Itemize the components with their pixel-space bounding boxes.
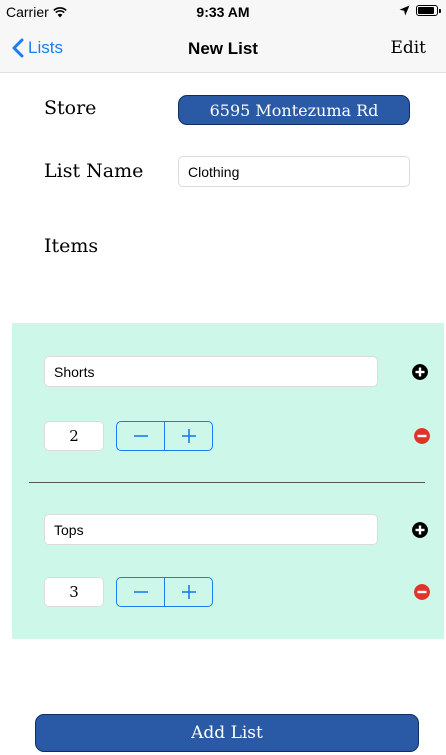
increment-button[interactable] bbox=[164, 578, 212, 606]
add-item-icon[interactable] bbox=[412, 364, 428, 380]
quantity-stepper bbox=[116, 577, 213, 607]
quantity-stepper bbox=[116, 421, 213, 451]
increment-button[interactable] bbox=[164, 422, 212, 450]
page-title: New List bbox=[188, 39, 258, 58]
item-name-field[interactable]: Tops bbox=[44, 514, 378, 545]
minus-icon bbox=[133, 591, 148, 593]
items-label: Items bbox=[44, 235, 99, 257]
store-select-button[interactable]: 6595 Montezuma Rd bbox=[178, 95, 410, 125]
item-quantity-field[interactable]: 3 bbox=[44, 577, 104, 607]
status-time: 9:33 AM bbox=[196, 4, 250, 20]
decrement-button[interactable] bbox=[117, 422, 164, 450]
edit-button[interactable]: Edit bbox=[390, 38, 426, 58]
list-name-label: List Name bbox=[44, 160, 144, 182]
remove-item-icon[interactable] bbox=[414, 584, 430, 600]
item-divider bbox=[29, 482, 425, 483]
status-right bbox=[399, 5, 441, 16]
location-arrow-icon bbox=[399, 5, 410, 16]
remove-item-icon[interactable] bbox=[414, 428, 430, 444]
battery-icon bbox=[416, 5, 441, 16]
navigation-bar: Lists New List Edit bbox=[0, 28, 446, 73]
plus-icon bbox=[181, 429, 196, 443]
item-name-field[interactable]: Shorts bbox=[44, 356, 378, 387]
minus-icon bbox=[133, 435, 148, 437]
decrement-button[interactable] bbox=[117, 578, 164, 606]
item-quantity-field[interactable]: 2 bbox=[44, 421, 104, 451]
status-bar: Carrier 9:33 AM bbox=[0, 0, 446, 28]
add-list-button[interactable]: Add List bbox=[35, 714, 419, 752]
add-item-icon[interactable] bbox=[412, 522, 428, 538]
list-name-field[interactable]: Clothing bbox=[178, 156, 410, 187]
store-label: Store bbox=[44, 97, 97, 119]
plus-icon bbox=[181, 585, 196, 599]
